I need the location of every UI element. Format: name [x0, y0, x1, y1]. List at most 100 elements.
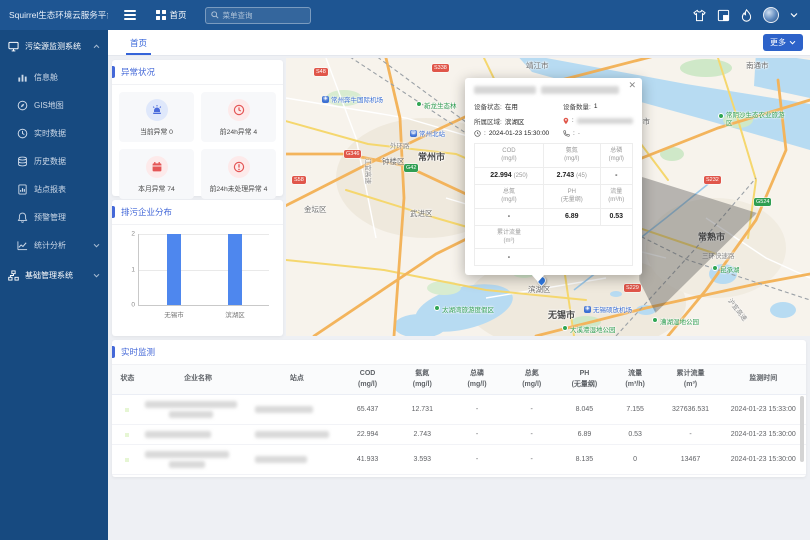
location-pin-icon	[563, 117, 569, 125]
sidebar-item-gis-map[interactable]: GIS地图	[0, 91, 108, 119]
map-label-city: 常州市	[418, 150, 445, 163]
sidebar-item-history-data[interactable]: 历史数据	[0, 147, 108, 175]
tn-value: -	[504, 445, 559, 475]
clock-icon	[474, 130, 481, 137]
redacted-text	[577, 118, 633, 124]
road-shield: S338	[432, 64, 449, 72]
sidebar: 污染源监测系统 信息舱 GIS地图 实时数据 历史数据 站点报表 预警管理	[0, 30, 108, 540]
total-flow-value: -	[660, 425, 720, 445]
breadcrumb[interactable]: 首页	[156, 9, 187, 21]
lake-pin-icon	[712, 265, 718, 271]
map-label: 滨湖区	[528, 284, 551, 295]
status-card-label: 前24h异常 4	[220, 126, 257, 136]
top-header: Squirrel生态环境云服务平台 首页 菜单查询	[0, 0, 810, 30]
sidebar-item-warning-management[interactable]: 预警管理	[0, 203, 108, 231]
sidebar-group-label: 污染源监测系统	[25, 41, 81, 52]
sidebar-item-statistics[interactable]: 统计分析	[0, 231, 108, 259]
total-flow-value: 327636.531	[660, 395, 720, 425]
history-icon	[17, 156, 28, 167]
monitor-time: 2024-01-23 15:30:00	[721, 425, 806, 445]
panel-title: 排污企业分布	[112, 200, 283, 225]
tp-value: -	[450, 445, 505, 475]
sidebar-item-station-report[interactable]: 站点报表	[0, 175, 108, 203]
nh3-value: 12.731	[395, 395, 450, 425]
field-label: 设备状态:	[474, 101, 502, 111]
bar-wuxi[interactable]	[167, 234, 181, 305]
flow-value: 0.53	[610, 425, 661, 445]
chevron-down-icon	[789, 40, 796, 45]
field-sep: :	[484, 130, 486, 137]
tn-value: -	[504, 425, 559, 445]
map-poi-park: 漕湖湿地公园	[652, 316, 699, 326]
sidebar-group-pollution-monitoring[interactable]: 污染源监测系统	[0, 30, 108, 63]
road-shield: S58	[292, 176, 306, 184]
more-button[interactable]: 更多	[763, 34, 803, 51]
gridline	[139, 234, 269, 235]
map-poi-airport: ✈常州奔牛国际机场	[322, 94, 383, 104]
sidebar-item-label: 信息舱	[34, 72, 58, 83]
sidebar-toggle-icon[interactable]	[124, 10, 136, 20]
x-category: 滨湖区	[225, 309, 245, 319]
search-input[interactable]: 菜单查询	[205, 7, 311, 24]
more-button-label: 更多	[770, 37, 786, 48]
user-menu-chevron-icon[interactable]	[790, 12, 798, 18]
status-card-month[interactable]: 本月异常 74	[119, 149, 194, 199]
abnormal-status-panel: 异常状况 当前异常 0 前24h异常 4 本月异常 74	[112, 60, 283, 196]
sidebar-group-label: 基础管理系统	[25, 270, 73, 281]
header-actions	[693, 7, 810, 23]
tab-home[interactable]: 首页	[130, 30, 147, 55]
chevron-down-icon	[93, 273, 100, 278]
status-card-current[interactable]: 当前异常 0	[119, 92, 194, 142]
ph-value: 8.135	[559, 445, 610, 475]
tn-value: -	[504, 395, 559, 425]
sidebar-item-info-cabin[interactable]: 信息舱	[0, 63, 108, 91]
road-shield: G42	[404, 164, 418, 172]
screenshot-icon[interactable]	[717, 9, 730, 22]
table-scrollbar[interactable]	[800, 396, 804, 462]
sidebar-item-label: 实时数据	[34, 128, 66, 139]
clock-icon	[17, 128, 28, 139]
popup-metrics-table: COD(mg/l) 氨氮(mg/l) 总磷(mg/l) 22.994 (250)…	[474, 143, 633, 266]
bell-icon	[17, 212, 28, 223]
nh3-value: 2.743	[395, 425, 450, 445]
monitor-icon	[8, 41, 19, 52]
field-sep: :	[572, 117, 574, 124]
chevron-up-icon	[93, 44, 100, 49]
bar-binhu[interactable]	[228, 234, 242, 305]
map-poi-park: 太湖湾旅游度假区	[434, 304, 494, 314]
table-row[interactable]: 41.933 3.593 - - 8.135 0 13467 2024-01-2…	[112, 445, 806, 475]
clock-alert-icon	[228, 99, 250, 121]
table-header-row: 状态 企业名称 站点 COD(mg/l) 氨氮(mg/l) 总磷(mg/l) 总…	[112, 365, 806, 395]
enterprise-name-redacted	[143, 445, 254, 475]
monitor-time: 2024-01-23 15:33:00	[721, 395, 806, 425]
map-poi-lake: 昆承湖	[712, 264, 740, 274]
field-value: ·	[578, 130, 580, 137]
flame-icon[interactable]	[741, 9, 752, 22]
user-avatar[interactable]	[763, 7, 779, 23]
realtime-table: 状态 企业名称 站点 COD(mg/l) 氨氮(mg/l) 总磷(mg/l) 总…	[112, 365, 806, 475]
status-card-24h[interactable]: 前24h异常 4	[201, 92, 276, 142]
field-value: 在用	[505, 101, 518, 111]
sidebar-item-realtime-data[interactable]: 实时数据	[0, 119, 108, 147]
field-value: 2024-01-23 15:30:00	[489, 130, 549, 137]
enterprise-name-redacted	[143, 425, 254, 445]
gis-map[interactable]: S48 S338 G42 G2 S229 G346 S58 G524 S19 S…	[286, 58, 810, 336]
theme-shirt-icon[interactable]	[693, 9, 706, 22]
sidebar-item-label: 站点报表	[34, 184, 66, 195]
status-card-label: 本月异常 74	[138, 183, 175, 193]
sidebar-group-basic-management[interactable]: 基础管理系统	[0, 259, 108, 292]
station-redacted	[253, 445, 340, 475]
flow-value: 0	[610, 445, 661, 475]
y-tick: 1	[131, 266, 135, 273]
status-card-unhandled[interactable]: 前24h未处理异常 4	[201, 149, 276, 199]
tp-value: -	[450, 395, 505, 425]
table-row[interactable]: 22.994 2.743 - - 6.89 0.53 - 2024-01-23 …	[112, 425, 806, 445]
tp-value: -	[450, 425, 505, 445]
close-icon[interactable]: ✕	[628, 81, 636, 90]
park-pin-icon	[562, 325, 568, 331]
app-title: Squirrel生态环境云服务平台	[0, 9, 108, 21]
table-row[interactable]: 65.437 12.731 - - 8.045 7.155 327636.531…	[112, 395, 806, 425]
field-label: 设备数量:	[563, 101, 591, 111]
redacted-text	[541, 86, 619, 94]
map-poi-park: 常阴沙生态农业旅游区	[718, 112, 790, 129]
